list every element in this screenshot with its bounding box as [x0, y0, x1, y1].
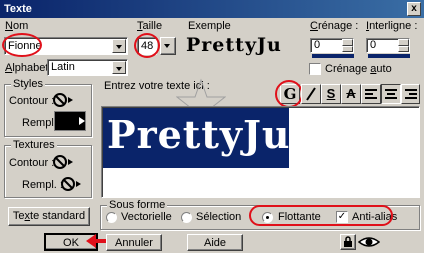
crenage-spinner[interactable]	[342, 39, 353, 52]
align-right-button[interactable]	[401, 84, 420, 104]
close-icon: x	[411, 3, 417, 14]
align-right-icon	[404, 89, 417, 99]
no-texture-fill-icon[interactable]	[60, 175, 82, 193]
styles-title: Styles	[11, 78, 45, 90]
crenage-slider[interactable]	[312, 54, 354, 58]
align-center-icon	[385, 89, 397, 99]
nom-value: Fionne	[8, 40, 42, 52]
no-texture-icon[interactable]	[52, 153, 74, 171]
interligne-input[interactable]: 0	[366, 38, 410, 53]
check-icon: ✓	[337, 211, 347, 222]
selection-label: Sélection	[196, 211, 242, 223]
italic-button[interactable]	[301, 84, 321, 104]
text-selection: PrettyJu	[103, 108, 291, 168]
interligne-spinner[interactable]	[398, 39, 409, 52]
underline-icon: S	[326, 86, 336, 101]
chevron-down-icon	[164, 44, 170, 48]
vectorielle-label: Vectorielle	[121, 211, 172, 223]
styles-contour-label: Contour :	[9, 95, 55, 107]
interligne-slider[interactable]	[368, 54, 410, 58]
eye-icon[interactable]	[358, 234, 380, 250]
taille-label: Taille	[137, 20, 163, 32]
strikethrough-button[interactable]: A	[341, 84, 361, 104]
annuler-button[interactable]: Annuler	[106, 234, 162, 251]
chevron-down-icon[interactable]	[112, 61, 126, 74]
nom-label: Nom	[5, 20, 29, 32]
sous-forme-title: Sous forme	[107, 199, 168, 211]
alphabet-select[interactable]: Latin	[47, 59, 128, 76]
lock-button[interactable]	[340, 234, 356, 250]
window-title: Texte	[4, 3, 32, 15]
bold-icon: G	[283, 85, 297, 103]
aide-button[interactable]: Aide	[187, 234, 243, 251]
align-left-button[interactable]	[361, 84, 381, 104]
antialias-label: Anti-alias	[352, 211, 398, 223]
italic-icon	[306, 87, 316, 101]
text-input-area[interactable]: PrettyJu	[101, 106, 420, 198]
chevron-down-icon[interactable]	[112, 39, 126, 53]
arrow-right-icon	[79, 117, 85, 125]
close-button[interactable]: x	[407, 2, 421, 16]
crenage-label: Crénage :	[310, 20, 359, 32]
lock-icon	[344, 236, 352, 247]
textures-title: Textures	[11, 139, 57, 151]
text-content: PrettyJu	[107, 112, 291, 157]
strikethrough-icon: A	[346, 86, 356, 101]
exemple-preview: PrettyJu	[186, 34, 282, 56]
bold-button[interactable]: G	[280, 84, 300, 104]
crenage-auto-checkbox[interactable]	[309, 63, 321, 75]
align-left-icon	[365, 89, 377, 99]
texte-standard-button[interactable]: Texte standard	[8, 207, 90, 226]
title-bar: Texte x	[0, 0, 424, 18]
interligne-value: 0	[370, 39, 377, 51]
nom-select[interactable]: Fionne	[4, 37, 128, 55]
alphabet-value: Latin	[51, 61, 75, 73]
crenage-input[interactable]: 0	[310, 38, 354, 53]
antialias-checkbox[interactable]: ✓	[336, 211, 348, 223]
textures-contour-label: Contour :	[9, 157, 55, 169]
exemple-label: Exemple	[188, 20, 231, 32]
align-center-button[interactable]	[381, 84, 401, 104]
no-style-icon[interactable]	[52, 91, 74, 109]
taille-input[interactable]: 48	[137, 37, 157, 55]
taille-value: 48	[141, 40, 154, 52]
crenage-auto-label: Crénage auto	[325, 63, 392, 75]
interligne-label: Interligne :	[366, 20, 418, 32]
taille-dropdown-button[interactable]	[160, 37, 176, 55]
texte-dialog: Texte x Nom Fionne Taille 48 Exemple Pre…	[0, 0, 424, 253]
textures-rempl-label: Rempl. :	[22, 179, 63, 191]
flottante-label: Flottante	[278, 211, 321, 223]
underline-button[interactable]: S	[321, 84, 341, 104]
radio-selection[interactable]	[181, 212, 192, 223]
radio-flottante[interactable]	[262, 212, 273, 223]
crenage-value: 0	[314, 39, 321, 51]
radio-vectorielle[interactable]	[106, 212, 117, 223]
